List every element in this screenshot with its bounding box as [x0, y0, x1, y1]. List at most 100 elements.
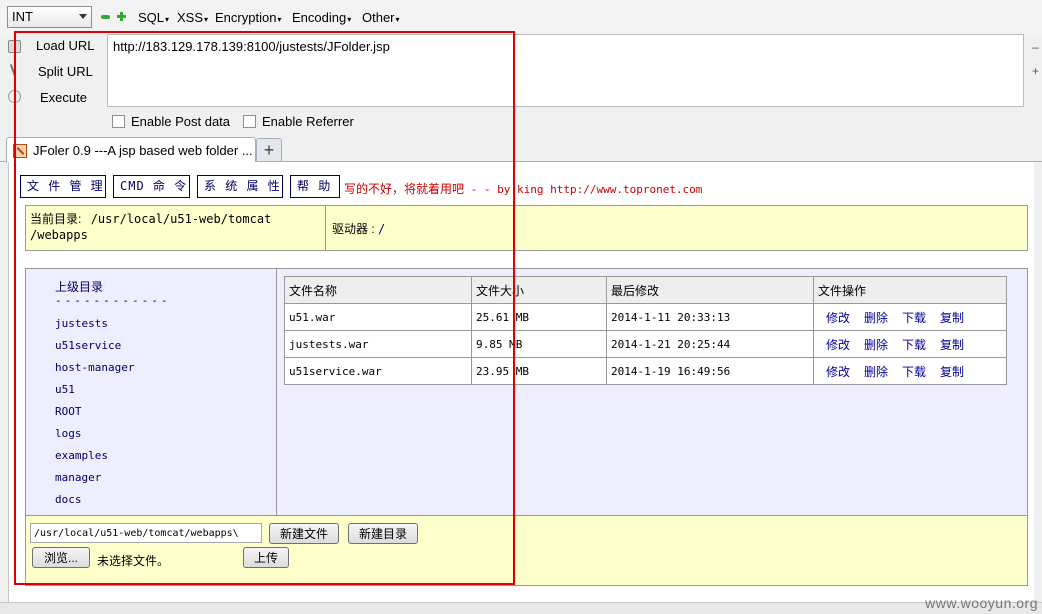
file-size: 23.95 MB	[472, 358, 606, 384]
minus-icon[interactable]	[101, 15, 110, 19]
action-panel: 新建文件 新建目录 浏览... 未选择文件。 上传	[25, 516, 1028, 586]
enable-post-data-option[interactable]: Enable Post data	[112, 114, 230, 129]
author-message-en: - - by king http://www.topronet.com	[464, 183, 703, 196]
split-url-button[interactable]: Split URL	[38, 64, 93, 79]
referrer-label: Enable Referrer	[262, 114, 354, 129]
status-bar	[0, 602, 1042, 614]
column-header-name: 文件名称	[285, 277, 471, 303]
browse-button[interactable]: 浏览...	[32, 547, 90, 568]
table-header-row: 文件名称 文件大小 最后修改 文件操作	[285, 277, 1006, 303]
post-data-checkbox[interactable]	[112, 115, 125, 128]
column-header-actions: 文件操作	[814, 277, 1006, 303]
menu-xss[interactable]: XSS	[177, 10, 208, 25]
dir-link-justests[interactable]: justests	[55, 317, 108, 330]
tab-title: JFoler 0.9 ---A jsp based web folder ...	[33, 143, 253, 158]
post-data-label: Enable Post data	[131, 114, 231, 129]
table-row: u51service.war 23.95 MB 2014-1-19 16:49:…	[285, 358, 1006, 384]
file-name: u51service.war	[285, 358, 471, 384]
new-directory-button[interactable]: 新建目录	[348, 523, 418, 544]
download-link[interactable]: 下载	[902, 365, 926, 379]
file-table: 文件名称 文件大小 最后修改 文件操作 u51.war 25.61 MB 201…	[284, 276, 1007, 385]
plus-icon[interactable]	[117, 12, 126, 21]
download-link[interactable]: 下载	[902, 311, 926, 325]
parent-directory-link[interactable]: 上级目录	[55, 278, 103, 295]
edit-link[interactable]: 修改	[826, 338, 850, 352]
new-file-button[interactable]: 新建文件	[269, 523, 339, 544]
dir-link-u51service[interactable]: u51service	[55, 339, 121, 352]
tab-jfoler[interactable]: JFoler 0.9 ---A jsp based web folder ...	[6, 137, 256, 163]
page-scrollbar[interactable]	[1034, 162, 1042, 602]
menu-encoding[interactable]: Encoding	[292, 10, 351, 25]
nav-system-properties[interactable]: 系 统 属 性	[197, 175, 283, 198]
nav-file-manager[interactable]: 文 件 管 理	[20, 175, 106, 198]
drive-link[interactable]: /	[378, 222, 385, 236]
menu-other[interactable]: Other	[362, 10, 400, 25]
execute-icon[interactable]	[8, 90, 21, 103]
file-modified: 2014-1-11 20:33:13	[607, 304, 813, 330]
file-modified: 2014-1-19 16:49:56	[607, 358, 813, 384]
upload-button[interactable]: 上传	[243, 547, 289, 568]
watermark: www.wooyun.org	[925, 595, 1038, 611]
scroll-up-icon[interactable]: –	[1032, 40, 1039, 54]
nav-cmd[interactable]: CMD 命 令	[113, 175, 190, 198]
table-row: u51.war 25.61 MB 2014-1-11 20:33:13 修改 删除…	[285, 304, 1006, 330]
author-message: 写的不好，将就着用吧 - - by king http://www.topron…	[344, 180, 702, 197]
dir-link-u51[interactable]: u51	[55, 383, 75, 396]
nav-help[interactable]: 帮 助	[290, 175, 340, 198]
page-favicon-icon	[13, 144, 27, 158]
dir-link-host-manager[interactable]: host-manager	[55, 361, 134, 374]
new-tab-button[interactable]: +	[256, 138, 282, 162]
download-link[interactable]: 下载	[902, 338, 926, 352]
file-size: 25.61 MB	[472, 304, 606, 330]
current-directory-path-1: /usr/local/u51-web/tomcat	[90, 212, 272, 226]
column-header-modified: 最后修改	[607, 277, 813, 303]
dir-link-examples[interactable]: examples	[55, 449, 108, 462]
file-name: u51.war	[285, 304, 471, 330]
copy-link[interactable]: 复制	[940, 338, 964, 352]
browser-tab-bar: JFoler 0.9 ---A jsp based web folder ...…	[0, 135, 1042, 163]
divider: ------------	[55, 294, 171, 307]
injection-type-select[interactable]: INT	[7, 6, 92, 28]
load-url-icon[interactable]	[8, 40, 21, 53]
copy-link[interactable]: 复制	[940, 311, 964, 325]
file-actions: 修改 删除 下载 复制	[814, 304, 1006, 330]
enable-referrer-option[interactable]: Enable Referrer	[243, 114, 354, 129]
load-url-button[interactable]: Load URL	[36, 38, 95, 53]
drive-cell: 驱动器 : /	[332, 220, 385, 237]
url-textarea[interactable]: http://183.129.178.139:8100/justests/JFo…	[107, 34, 1024, 107]
scroll-add-icon[interactable]: +	[1032, 64, 1039, 78]
file-modified: 2014-1-21 20:25:44	[607, 331, 813, 357]
file-actions: 修改 删除 下载 复制	[814, 358, 1006, 384]
delete-link[interactable]: 删除	[864, 338, 888, 352]
delete-link[interactable]: 删除	[864, 365, 888, 379]
column-header-size: 文件大小	[472, 277, 606, 303]
dir-link-docs[interactable]: docs	[55, 493, 82, 506]
split-url-icon[interactable]	[8, 64, 21, 77]
current-directory-box: 当前目录: /usr/local/u51-web/tomcat /webapps…	[25, 205, 1028, 251]
web-page: 文 件 管 理 CMD 命 令 系 统 属 性 帮 助 写的不好，将就着用吧 -…	[8, 162, 1034, 602]
no-file-selected-label: 未选择文件。	[97, 554, 170, 568]
menu-sql[interactable]: SQL	[138, 10, 169, 25]
file-name: justests.war	[285, 331, 471, 357]
execute-button[interactable]: Execute	[40, 90, 87, 105]
author-message-cn: 写的不好，将就着用吧	[344, 182, 465, 196]
path-input[interactable]	[30, 523, 262, 543]
table-row: justests.war 9.85 MB 2014-1-21 20:25:44 …	[285, 331, 1006, 357]
menu-encryption[interactable]: Encryption	[215, 10, 281, 25]
delete-link[interactable]: 删除	[864, 311, 888, 325]
edit-link[interactable]: 修改	[826, 365, 850, 379]
hackbar-toolbar: INT SQL XSS Encryption Encoding Other	[0, 0, 1042, 34]
current-directory-cell: 当前目录: /usr/local/u51-web/tomcat /webapps	[26, 206, 326, 250]
edit-link[interactable]: 修改	[826, 311, 850, 325]
dir-link-logs[interactable]: logs	[55, 427, 82, 440]
referrer-checkbox[interactable]	[243, 115, 256, 128]
copy-link[interactable]: 复制	[940, 365, 964, 379]
current-directory-label: 当前目录:	[30, 212, 82, 226]
file-size: 9.85 MB	[472, 331, 606, 357]
directory-panel: 上级目录 ------------ justests u51service ho…	[26, 269, 277, 515]
current-directory-path-2: /webapps	[30, 228, 88, 242]
drive-label: 驱动器 :	[332, 222, 375, 236]
dir-link-manager[interactable]: manager	[55, 471, 101, 484]
chevron-down-icon	[79, 14, 87, 19]
dir-link-root[interactable]: ROOT	[55, 405, 82, 418]
